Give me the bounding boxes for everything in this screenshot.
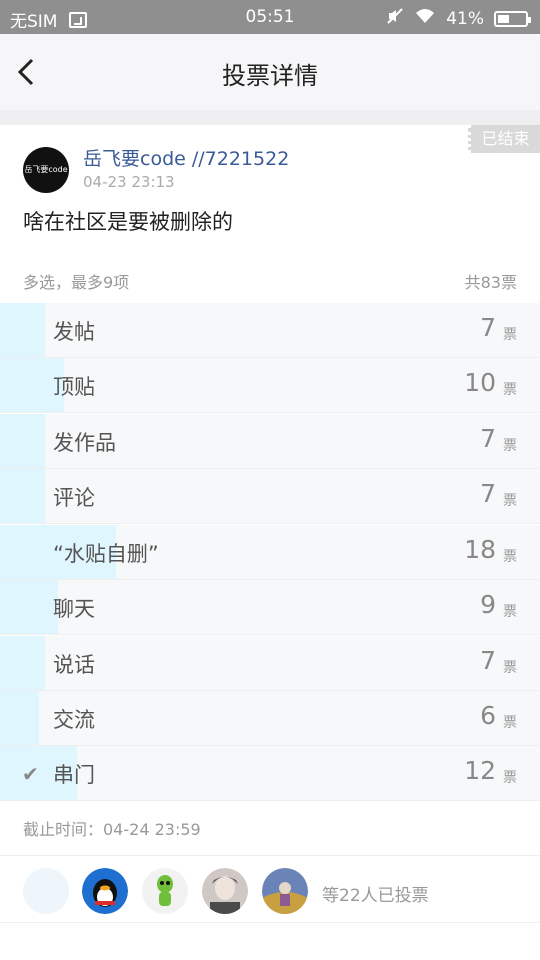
option-unit: 票 (503, 548, 517, 565)
vote-deadline: 截止时间：04-24 23:59 (23, 820, 201, 839)
vote-bar (0, 469, 45, 524)
vote-option[interactable]: 顶贴 10 票 (0, 358, 540, 414)
voter-avatar[interactable] (142, 868, 188, 914)
option-count: 7 (480, 313, 496, 342)
battery-percent: 41% (446, 8, 484, 29)
voters-row[interactable]: 等22人已投票 (0, 856, 540, 922)
option-unit: 票 (503, 714, 517, 731)
vote-question: 啥在社区是要被删除的 (23, 210, 233, 234)
option-label: 发帖 (53, 320, 95, 344)
vote-option[interactable]: 发作品 7 票 (0, 413, 540, 469)
author-name[interactable]: 岳飞要code //7221522 (83, 144, 289, 171)
vote-bar (0, 303, 45, 357)
vote-option[interactable]: ✔ 串门 12 票 (0, 746, 540, 802)
option-count: 10 (464, 368, 496, 398)
vote-option[interactable]: “水贴自删” 18 票 (0, 524, 540, 580)
option-unit: 票 (503, 437, 517, 454)
voter-avatar[interactable] (23, 868, 69, 914)
option-count: 12 (464, 756, 496, 786)
vote-total: 共83票 (464, 273, 517, 292)
divider (0, 922, 540, 923)
voter-avatar[interactable] (82, 868, 128, 914)
option-unit: 票 (503, 327, 517, 343)
voters-summary[interactable]: 等22人已投票 (322, 881, 429, 906)
option-label: “水贴自删” (53, 541, 159, 566)
vote-option[interactable]: 发帖 7 票 (0, 303, 540, 358)
section-gap (0, 110, 540, 125)
vote-option[interactable]: 交流 6 票 (0, 690, 540, 746)
option-unit: 票 (503, 659, 517, 676)
author-avatar[interactable]: 岳飞要code (23, 147, 69, 193)
check-icon: ✔ (22, 762, 39, 787)
option-label: 说话 (53, 652, 95, 677)
option-label: 发作品 (53, 430, 116, 455)
vote-option[interactable]: 聊天 9 票 (0, 580, 540, 636)
battery-icon (494, 10, 531, 27)
mute-icon (386, 7, 404, 30)
vote-bar (0, 690, 39, 745)
vote-options: 发帖 7 票 顶贴 10 票 发作品 7 票 评论 7 票 “水贴自删” 18 票 聊天 9 票 说话 7… (0, 303, 540, 802)
vote-option[interactable]: 说话 7 票 (0, 635, 540, 691)
status-badge: 已结束 (468, 125, 540, 153)
option-label: 顶贴 (53, 375, 95, 400)
option-count: 7 (480, 423, 496, 453)
option-count: 9 (480, 590, 496, 620)
wifi-icon (414, 7, 436, 30)
avatar-logo-text: 岳飞要code (24, 165, 68, 174)
option-label: 聊天 (53, 597, 95, 622)
option-label: 串门 (53, 763, 95, 788)
vote-bar (0, 635, 45, 690)
post-time: 04-23 23:13 (83, 173, 175, 191)
nav-bar: 投票详情 (0, 34, 540, 110)
vote-option[interactable]: 评论 7 票 (0, 469, 540, 525)
voter-avatar[interactable] (262, 868, 308, 914)
vote-bar (0, 413, 45, 468)
option-count: 7 (480, 479, 496, 509)
option-count: 6 (480, 700, 496, 730)
status-bar: 无SIM 05:51 41% (0, 0, 540, 34)
option-count: 18 (464, 534, 496, 564)
voter-avatar[interactable] (202, 868, 248, 914)
option-unit: 票 (503, 604, 517, 621)
vote-mode: 多选，最多9项 (23, 273, 130, 292)
option-unit: 票 (503, 382, 517, 399)
page-title: 投票详情 (222, 62, 318, 90)
option-unit: 票 (503, 770, 517, 787)
option-label: 交流 (53, 707, 95, 732)
option-count: 7 (480, 645, 496, 675)
option-label: 评论 (53, 486, 95, 511)
option-unit: 票 (503, 493, 517, 510)
vote-bar (0, 580, 58, 635)
